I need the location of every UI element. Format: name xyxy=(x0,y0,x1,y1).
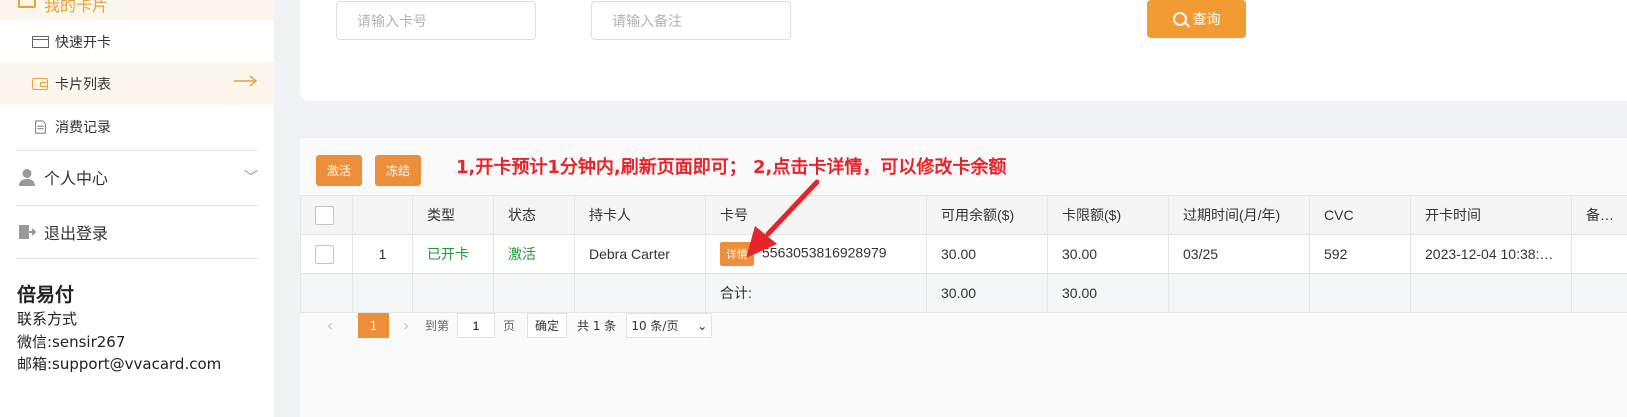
sidebar-item-label: 卡片列表 xyxy=(55,76,111,93)
summary-cell-empty xyxy=(300,273,353,313)
document-icon xyxy=(35,119,46,134)
contact-title: 联系方式 xyxy=(17,310,78,328)
goto-label: 到第 xyxy=(425,319,450,333)
cell-limit: 30.00 xyxy=(1047,234,1169,274)
header-expiry: 过期时间(月/年) xyxy=(1168,195,1310,235)
summary-label: 合计: xyxy=(705,273,927,313)
activate-button[interactable]: 激活 xyxy=(316,155,363,186)
cell-expiry: 03/25 xyxy=(1168,234,1310,274)
summary-cell-empty xyxy=(352,273,413,313)
remark-input[interactable] xyxy=(591,1,791,40)
user-icon xyxy=(19,169,35,186)
row-checkbox[interactable] xyxy=(315,244,334,264)
card-table: 类型 状态 持卡人 卡号 可用余额($) 卡限额($) 过期时间(月/年) CV… xyxy=(300,195,1627,313)
cell-holder: Debra Carter xyxy=(574,234,706,274)
summary-balance: 30.00 xyxy=(926,273,1048,313)
card-icon xyxy=(32,35,49,48)
next-page-button[interactable]: › xyxy=(403,316,417,335)
goto-page-input[interactable] xyxy=(457,313,496,338)
query-button-label: 查询 xyxy=(1192,11,1221,27)
cell-opened-at: 2023-12-04 10:38:… xyxy=(1410,234,1572,274)
sidebar-menu-logout[interactable]: 退出登录 xyxy=(0,206,274,258)
cell-balance: 30.00 xyxy=(926,234,1048,274)
chevron-down-icon[interactable]: ﹀ xyxy=(244,167,258,187)
cell-type: 已开卡 xyxy=(412,234,494,274)
page-size-select[interactable]: 10 条/页 ⌄ xyxy=(626,313,713,338)
logout-icon xyxy=(19,225,36,239)
cell-status: 激活 xyxy=(493,234,575,274)
card-number-text: 5563053816928979 xyxy=(762,244,887,261)
header-index xyxy=(352,195,413,235)
summary-cell-empty xyxy=(1168,273,1310,313)
cell-card-number: 详情 5563053816928979 xyxy=(705,234,927,274)
sidebar-menu-label: 退出登录 xyxy=(44,224,109,243)
header-limit: 卡限额($) xyxy=(1047,195,1169,235)
wallet-icon xyxy=(32,77,48,90)
goto-confirm-button[interactable]: 确定 xyxy=(527,313,568,338)
header-balance: 可用余额($) xyxy=(926,195,1048,235)
sidebar-group-label: 我的卡片 xyxy=(44,0,109,15)
card-group-icon xyxy=(18,0,36,8)
page-unit: 页 xyxy=(503,319,516,333)
card-table-panel: 激活 冻结 1,开卡预计1分钟内,刷新页面即可； 2,点击卡详情，可以修改卡余额… xyxy=(300,137,1627,417)
summary-cell-empty xyxy=(1571,273,1627,313)
header-cvc: CVC xyxy=(1309,195,1411,235)
total-count: 共 1 条 xyxy=(577,319,617,333)
sidebar-item-label: 快速开卡 xyxy=(55,34,111,51)
contact-wechat: 微信:sensir267 xyxy=(17,333,126,351)
query-button[interactable]: 查询 xyxy=(1147,0,1246,38)
divider xyxy=(16,258,258,259)
chevron-down-icon: ⌄ xyxy=(697,318,708,333)
freeze-button[interactable]: 冻结 xyxy=(375,155,422,186)
search-icon xyxy=(1172,12,1187,26)
header-type: 类型 xyxy=(412,195,494,235)
table-header-row: 类型 状态 持卡人 卡号 可用余额($) 卡限额($) 过期时间(月/年) CV… xyxy=(300,195,1627,235)
sidebar-item-card-list[interactable]: 卡片列表 xyxy=(0,62,274,105)
header-opened-at: 开卡时间 xyxy=(1410,195,1572,235)
prev-page-button[interactable]: ‹ xyxy=(320,316,340,335)
header-status: 状态 xyxy=(493,195,575,235)
select-all-checkbox[interactable] xyxy=(315,205,334,225)
contact-email: 邮箱:support@vvacard.com xyxy=(17,355,222,373)
arrow-right-icon xyxy=(234,75,258,87)
summary-cell-empty xyxy=(1309,273,1411,313)
current-page[interactable]: 1 xyxy=(358,313,389,338)
sidebar-menu-label: 个人中心 xyxy=(44,169,109,188)
page-size-value: 10 条/页 xyxy=(631,319,679,333)
sidebar-item-label: 消费记录 xyxy=(55,119,111,136)
header-card-number: 卡号 xyxy=(705,195,927,235)
sidebar-item-quick-open[interactable]: 快速开卡 xyxy=(0,20,274,63)
summary-row: 合计: 30.00 30.00 xyxy=(300,273,1627,313)
search-panel: 查询 xyxy=(300,0,1627,101)
detail-button[interactable]: 详情 xyxy=(720,242,754,266)
header-select-all xyxy=(300,195,353,235)
cell-cvc: 592 xyxy=(1309,234,1411,274)
summary-cell-empty xyxy=(1410,273,1572,313)
notice-text: 1,开卡预计1分钟内,刷新页面即可； 2,点击卡详情，可以修改卡余额 xyxy=(456,157,1007,178)
sidebar-item-consumption[interactable]: 消费记录 xyxy=(0,105,274,148)
header-remark: 备注 xyxy=(1571,195,1627,235)
sidebar-group-my-cards[interactable]: 我的卡片 xyxy=(0,0,274,20)
row-select xyxy=(300,234,353,274)
brand-name: 倍易付 xyxy=(17,284,75,306)
cell-index: 1 xyxy=(352,234,413,274)
summary-limit: 30.00 xyxy=(1047,273,1169,313)
summary-cell-empty xyxy=(574,273,706,313)
summary-cell-empty xyxy=(493,273,575,313)
sidebar: 我的卡片 快速开卡 卡片列表 消费记录 个人中心 ﹀ 退出登录 倍易付 联系方式… xyxy=(0,0,274,417)
cell-remark xyxy=(1571,234,1627,274)
table-row[interactable]: 1 已开卡 激活 Debra Carter 详情 5563053816928979… xyxy=(300,234,1627,274)
pagination: ‹ 1 › 到第 页 确定 共 1 条 10 条/页 ⌄ xyxy=(320,313,713,338)
sidebar-menu-profile[interactable]: 个人中心 ﹀ xyxy=(0,151,274,203)
header-holder: 持卡人 xyxy=(574,195,706,235)
card-number-input[interactable] xyxy=(336,1,536,40)
summary-cell-empty xyxy=(412,273,494,313)
